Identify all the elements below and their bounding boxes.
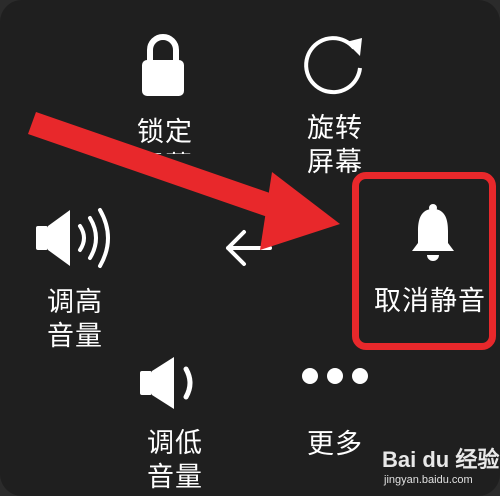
annotation-arrow	[28, 112, 340, 250]
watermark-logo: Bai du 经验	[382, 447, 500, 472]
baidu-watermark: Bai du 经验 jingyan.baidu.com	[380, 440, 500, 494]
watermark-url: jingyan.baidu.com	[384, 474, 473, 486]
